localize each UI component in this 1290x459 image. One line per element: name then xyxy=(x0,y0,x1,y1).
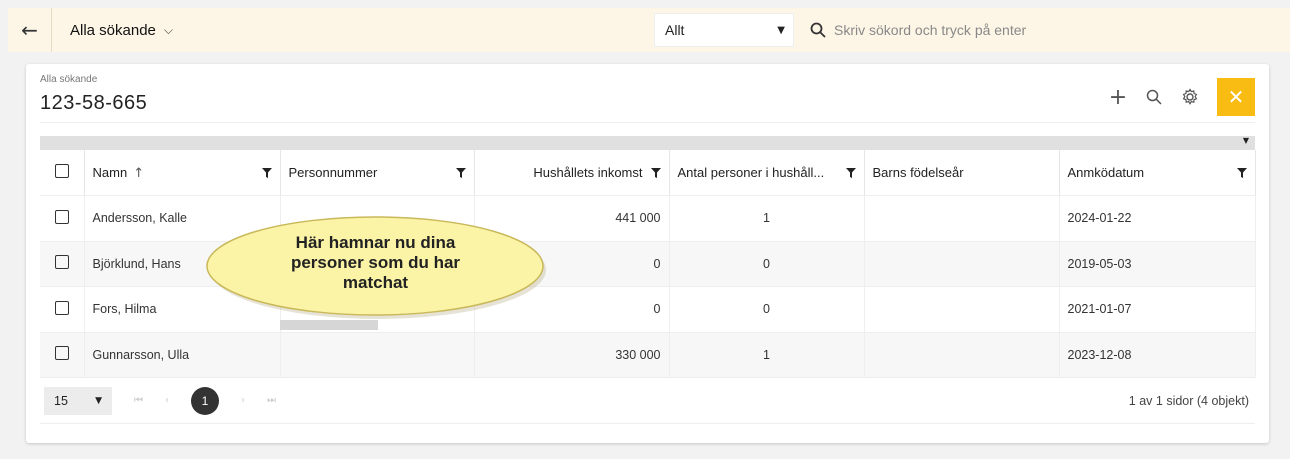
current-page-button[interactable]: 1 xyxy=(191,386,219,415)
column-label: Anmködatum xyxy=(1067,165,1145,180)
row-checkbox[interactable] xyxy=(54,300,69,315)
column-label: Personnummer xyxy=(288,165,378,180)
callout-line: personer som du har xyxy=(290,253,461,272)
back-button[interactable]: ← xyxy=(8,8,52,52)
divider xyxy=(40,122,1255,123)
caret-down-icon: ▼ xyxy=(95,395,102,406)
cell-personnummer xyxy=(280,332,475,378)
row-checkbox-cell xyxy=(40,241,85,287)
filter-icon[interactable] xyxy=(1236,167,1247,178)
top-bar: ← Alla sökande ⌵ Allt ▼ Skriv sökord och… xyxy=(8,8,1290,52)
page-size-value: 15 xyxy=(54,393,68,408)
column-header-personnummer[interactable]: Personnummer xyxy=(280,150,475,196)
chevron-down-icon: ⌵ xyxy=(163,22,174,37)
header-row: Namn ↑ Personnummer Hushållets inkomst A… xyxy=(40,150,1256,196)
callout-text: Här hamnar nu dina personer som du har m… xyxy=(203,233,548,293)
case-id: 123-58-665 xyxy=(40,92,148,114)
view-selector[interactable]: Alla sökande ⌵ xyxy=(70,22,173,39)
callout-line: Här hamnar nu dina xyxy=(295,233,456,252)
cell-inkomst: 330 000 xyxy=(474,332,670,378)
cell-barn xyxy=(864,332,1060,378)
card-actions: + ✕ xyxy=(1097,78,1255,116)
sort-asc-icon: ↑ xyxy=(133,165,145,181)
cell-antal: 1 xyxy=(669,332,865,378)
search-placeholder: Skriv sökord och tryck på enter xyxy=(834,22,1027,38)
column-header-namn[interactable]: Namn ↑ xyxy=(84,150,281,196)
plus-icon: + xyxy=(1108,84,1128,110)
cell-datum: 2023-12-08 xyxy=(1059,332,1256,378)
filter-icon[interactable] xyxy=(845,167,856,178)
cell-datum: 2019-05-03 xyxy=(1059,241,1256,287)
row-checkbox[interactable] xyxy=(54,255,69,270)
view-title: Alla sökande xyxy=(70,21,156,39)
close-icon: ✕ xyxy=(1227,85,1245,109)
column-header-inkomst[interactable]: Hushållets inkomst xyxy=(474,150,670,196)
column-label: Barns födelseår xyxy=(872,165,964,180)
breadcrumb: Alla sökande xyxy=(40,74,98,85)
table-row[interactable]: Gunnarsson, Ulla 330 000 1 2023-12-08 xyxy=(40,332,1256,378)
caret-down-icon[interactable]: ▼ xyxy=(1243,136,1249,145)
row-checkbox-cell xyxy=(40,195,85,242)
prev-page-icon[interactable]: ‹ xyxy=(165,395,169,406)
cell-antal: 0 xyxy=(669,286,865,333)
cell-datum: 2024-01-22 xyxy=(1059,195,1256,242)
row-checkbox[interactable] xyxy=(54,346,69,361)
cell-barn xyxy=(864,195,1060,242)
gear-icon xyxy=(1182,88,1198,105)
filter-icon[interactable] xyxy=(650,167,661,178)
next-page-icon[interactable]: › xyxy=(241,395,245,406)
filter-select[interactable]: Allt ▼ xyxy=(654,13,794,47)
caret-down-icon: ▼ xyxy=(777,24,785,36)
select-all-checkbox[interactable] xyxy=(54,164,69,178)
filter-icon[interactable] xyxy=(261,167,272,178)
add-button[interactable]: + xyxy=(1103,82,1133,112)
search-button[interactable] xyxy=(1139,82,1169,112)
cell-antal: 1 xyxy=(669,195,865,242)
pager-info: 1 av 1 sidor (4 objekt) xyxy=(1128,393,1249,408)
search-icon xyxy=(810,22,826,38)
page-size-select[interactable]: 15 ▼ xyxy=(44,386,112,415)
last-page-icon[interactable]: ⏭ xyxy=(267,395,276,406)
cell-barn xyxy=(864,241,1060,287)
group-panel: ▼ xyxy=(40,136,1255,150)
filter-value: Allt xyxy=(665,22,685,38)
callout-line: matchat xyxy=(342,273,409,292)
column-header-datum[interactable]: Anmködatum xyxy=(1059,150,1256,196)
column-label: Namn xyxy=(92,164,128,180)
settings-button[interactable] xyxy=(1175,82,1205,112)
filter-icon[interactable] xyxy=(455,167,466,178)
close-button[interactable]: ✕ xyxy=(1217,78,1255,116)
row-checkbox[interactable] xyxy=(54,209,69,224)
cell-barn xyxy=(864,286,1060,333)
cell-antal: 0 xyxy=(669,241,865,287)
column-label: Antal personer i hushåll... xyxy=(677,165,825,180)
column-header-barn[interactable]: Barns födelseår xyxy=(864,150,1060,196)
select-all-checkbox-cell xyxy=(40,150,85,196)
row-checkbox-cell xyxy=(40,332,85,378)
column-header-antal[interactable]: Antal personer i hushåll... xyxy=(669,150,865,196)
callout-bubble: Här hamnar nu dina personer som du har m… xyxy=(203,213,548,323)
first-page-icon[interactable]: ⏮ xyxy=(134,395,143,406)
search-icon xyxy=(1146,89,1162,105)
search-box[interactable]: Skriv sökord och tryck på enter xyxy=(810,8,1026,52)
cell-datum: 2021-01-07 xyxy=(1059,286,1256,333)
row-checkbox-cell xyxy=(40,286,85,333)
column-label: Hushållets inkomst xyxy=(533,165,643,180)
cell-namn: Gunnarsson, Ulla xyxy=(84,332,281,378)
arrow-left-icon: ← xyxy=(21,18,38,42)
pager: 15 ▼ ⏮ ‹ 1 › ⏭ 1 av 1 sidor (4 objekt) xyxy=(40,378,1255,424)
